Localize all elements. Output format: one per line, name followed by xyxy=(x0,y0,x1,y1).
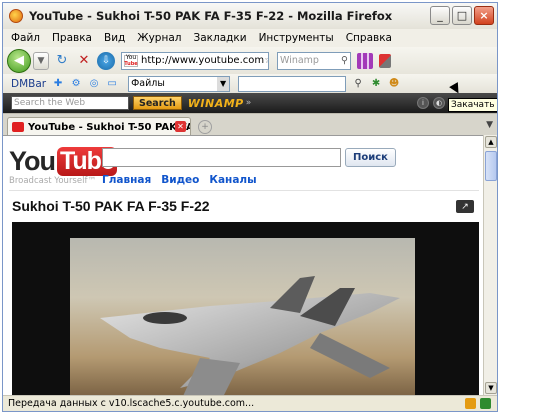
scroll-thumb[interactable] xyxy=(485,151,497,181)
dm-mascot-icon[interactable]: ☻ xyxy=(388,78,400,90)
chevron-down-icon: ▼ xyxy=(37,55,45,66)
star-icon[interactable]: ☆ xyxy=(264,55,268,66)
close-button[interactable]: × xyxy=(474,6,494,25)
menu-file[interactable]: Файл xyxy=(11,32,40,44)
forward-dropdown[interactable]: ▼ xyxy=(33,51,49,70)
firefox-icon xyxy=(9,9,23,23)
arrow-left-icon: ◀ xyxy=(14,53,24,68)
web-search-placeholder: Search the Web xyxy=(14,98,86,108)
dm-window-icon[interactable]: ▭ xyxy=(106,78,118,90)
video-frame xyxy=(70,238,415,395)
status-text: Передача данных с v10.lscache5.c.youtube… xyxy=(8,398,255,409)
winamp-arrows-icon: » xyxy=(245,98,252,108)
search-icon[interactable]: ⚲ xyxy=(341,55,348,66)
minimize-button[interactable]: _ xyxy=(430,6,450,25)
youtube-search-button[interactable]: Поиск xyxy=(345,148,396,167)
status-addon-icon[interactable] xyxy=(465,398,476,409)
window-title: YouTube - Sukhoi T-50 PAK FA F-35 F-22 -… xyxy=(29,9,393,23)
menu-bookmarks[interactable]: Закладки xyxy=(193,32,246,44)
navigation-toolbar: ◀ ▼ ↻ ✕ ⇩ You Tube http://www.youtube.com… xyxy=(3,47,497,74)
tab-bar: YouTube - Sukhoi T-50 PAK FA F-... ✕ + ▼ xyxy=(3,113,497,136)
youtube-logo[interactable]: You Tube xyxy=(9,146,117,177)
expand-icon[interactable]: ↗ xyxy=(456,200,474,213)
menu-tools[interactable]: Инструменты xyxy=(259,32,334,44)
info-icon[interactable]: i xyxy=(417,97,429,109)
dm-category-select[interactable]: Файлы ▼ xyxy=(128,75,231,92)
search-engine-placeholder: Winamp xyxy=(280,55,319,66)
title-bar: YouTube - Sukhoi T-50 PAK FA F-35 F-22 -… xyxy=(3,3,497,29)
dm-download-video-icon[interactable]: ✱ xyxy=(370,78,382,90)
scroll-up-icon[interactable]: ▲ xyxy=(485,136,497,148)
video-title: Sukhoi T-50 PAK FA F-35 F-22 xyxy=(12,198,210,214)
scroll-down-icon[interactable]: ▼ xyxy=(485,382,497,394)
youtube-favicon: You Tube xyxy=(124,53,138,67)
menu-help[interactable]: Справка xyxy=(346,32,392,44)
new-tab-icon[interactable]: + xyxy=(198,120,212,134)
page-content: You Tube Broadcast Yourself™ Поиск Главн… xyxy=(3,135,497,395)
dm-search-icon[interactable]: ⚲ xyxy=(352,78,364,90)
dm-toolbar: DMBar ✚ ⚙ ◎ ▭ Файлы ▼ ⚲ ✱ ☻ xyxy=(3,74,497,93)
volume-icon[interactable]: ◐ xyxy=(433,97,445,109)
nav-home[interactable]: Главная xyxy=(102,174,151,186)
tab-label: YouTube - Sukhoi T-50 PAK FA F-... xyxy=(28,121,190,133)
window-controls: _ □ × xyxy=(430,6,494,25)
vertical-scrollbar[interactable]: ▲ ▼ xyxy=(483,135,497,395)
stop-icon[interactable]: ✕ xyxy=(75,52,93,70)
tagline: Broadcast Yourself™ xyxy=(9,176,96,186)
addons-grid-icon[interactable] xyxy=(357,52,373,69)
tooltip: Закачать видео через DM xyxy=(448,98,497,112)
status-addon-icon-2[interactable] xyxy=(480,398,491,409)
reload-icon[interactable]: ↻ xyxy=(53,52,71,70)
maximize-button[interactable]: □ xyxy=(452,6,472,25)
chevron-down-icon: ▼ xyxy=(217,76,230,91)
menu-edit[interactable]: Правка xyxy=(52,32,92,44)
search-engine-field[interactable]: Winamp ⚲ xyxy=(277,51,351,70)
web-search-field[interactable]: Search the Web xyxy=(11,96,129,110)
youtube-nav: Главная Видео Каналы xyxy=(102,174,257,186)
extension-icon[interactable] xyxy=(379,53,391,68)
download-icon[interactable]: ⇩ xyxy=(97,51,115,70)
fighter-jet-image xyxy=(100,276,400,395)
winamp-toolbar: Search the Web Search WINAMP » i ◐ xyxy=(3,93,497,113)
player-controls: i ◐ xyxy=(417,97,445,109)
back-button[interactable]: ◀ xyxy=(7,48,31,73)
menu-view[interactable]: Вид xyxy=(104,32,125,44)
url-bar[interactable]: YouTube http://www.youtube.com ☆ xyxy=(121,51,269,70)
menu-bar: Файл Правка Вид Журнал Закладки Инструме… xyxy=(3,29,497,47)
dm-url-field[interactable] xyxy=(238,75,347,92)
tab-list-icon[interactable]: ▼ xyxy=(486,120,493,130)
web-search-button[interactable]: Search xyxy=(133,96,182,110)
menu-history[interactable]: Журнал xyxy=(137,32,181,44)
dm-select-value: Файлы xyxy=(131,78,165,89)
dmbar-label[interactable]: DMBar xyxy=(11,78,46,90)
youtube-tab-icon xyxy=(12,122,24,132)
nav-channels[interactable]: Каналы xyxy=(209,174,256,186)
url-text: http://www.youtube.com xyxy=(141,55,265,66)
video-player[interactable] xyxy=(12,222,479,395)
divider xyxy=(9,190,479,191)
nav-videos[interactable]: Видео xyxy=(161,174,199,186)
tab-youtube[interactable]: YouTube - Sukhoi T-50 PAK FA F-... ✕ xyxy=(7,117,191,136)
tab-close-icon[interactable]: ✕ xyxy=(175,121,186,132)
browser-window: YouTube - Sukhoi T-50 PAK FA F-35 F-22 -… xyxy=(2,2,498,412)
dm-settings-icon[interactable]: ◎ xyxy=(88,78,100,90)
dm-tools-icon[interactable]: ⚙ xyxy=(70,78,82,90)
logo-you: You xyxy=(9,146,56,176)
dm-add-icon[interactable]: ✚ xyxy=(52,78,64,90)
youtube-search-input[interactable] xyxy=(102,148,341,167)
winamp-logo[interactable]: WINAMP xyxy=(188,97,244,110)
status-bar: Передача данных с v10.lscache5.c.youtube… xyxy=(3,395,497,411)
